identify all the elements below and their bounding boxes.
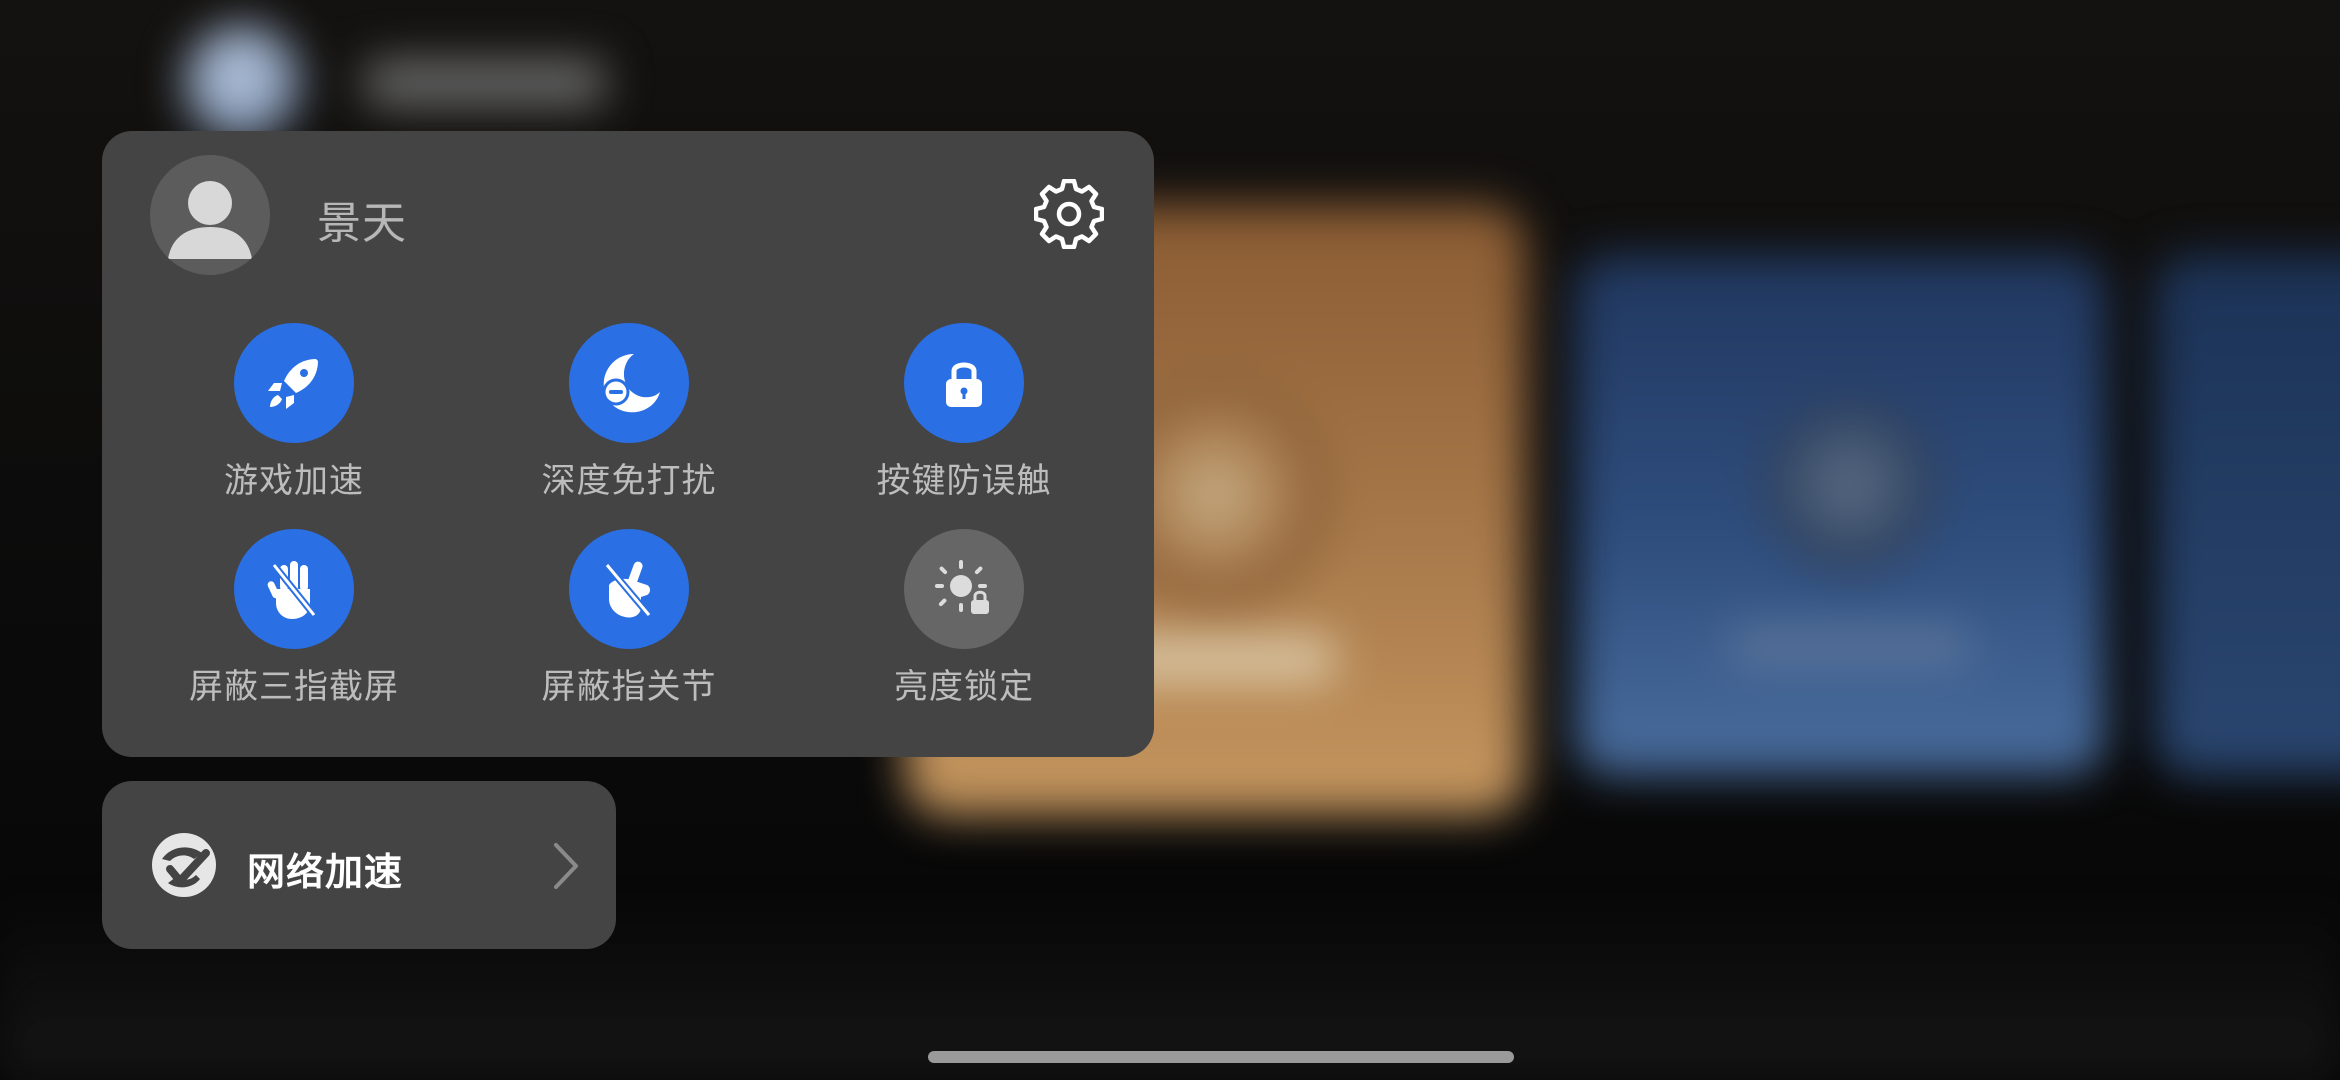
network-boost-label: 网络加速 bbox=[247, 850, 404, 894]
brightness-lock-toggle[interactable] bbox=[904, 529, 1024, 649]
tile-do-not-disturb[interactable]: 深度免打扰 bbox=[479, 323, 779, 513]
tile-button-lock[interactable]: 按键防误触 bbox=[814, 323, 1114, 513]
network-boost-button[interactable]: 网络加速 bbox=[102, 781, 616, 949]
do-not-disturb-toggle[interactable] bbox=[569, 323, 689, 443]
button-lock-toggle[interactable] bbox=[904, 323, 1024, 443]
network-boost-icon bbox=[152, 833, 216, 897]
tile-block-three-finger-screenshot[interactable]: 屏蔽三指截屏 bbox=[144, 529, 444, 719]
game-assistant-panel: 景天 游戏加速 深度免打扰 按键防误触 屏蔽三指截屏 屏蔽指关节 亮度锁定 bbox=[102, 131, 1154, 757]
user-icon bbox=[168, 181, 252, 259]
block-knuckle-toggle[interactable] bbox=[569, 529, 689, 649]
tile-block-knuckle[interactable]: 屏蔽指关节 bbox=[479, 529, 779, 719]
chevron-right-icon bbox=[554, 843, 578, 889]
background-game-card bbox=[1575, 255, 2105, 775]
tile-game-boost[interactable]: 游戏加速 bbox=[144, 323, 444, 513]
tile-brightness-lock[interactable]: 亮度锁定 bbox=[814, 529, 1114, 719]
sun-lock-icon bbox=[935, 560, 989, 614]
tile-label: 深度免打扰 bbox=[541, 461, 717, 501]
tile-label: 屏蔽指关节 bbox=[541, 667, 717, 707]
lock-icon bbox=[946, 362, 982, 407]
tile-label: 游戏加速 bbox=[224, 461, 364, 501]
gear-icon bbox=[1033, 178, 1105, 250]
block-three-finger-screenshot-toggle[interactable] bbox=[234, 529, 354, 649]
tile-label: 亮度锁定 bbox=[894, 667, 1034, 707]
knuckle-blocked-icon bbox=[604, 561, 652, 618]
background-username bbox=[365, 60, 605, 106]
settings-button[interactable] bbox=[1033, 178, 1105, 250]
tile-label: 屏蔽三指截屏 bbox=[189, 667, 399, 707]
background-avatar bbox=[185, 25, 300, 140]
three-finger-blocked-icon bbox=[267, 561, 317, 619]
background-game-card bbox=[2155, 255, 2340, 775]
game-assistant-screen: 景天 游戏加速 深度免打扰 按键防误触 屏蔽三指截屏 屏蔽指关节 亮度锁定 网络… bbox=[0, 0, 2340, 1080]
rocket-icon bbox=[268, 359, 318, 409]
profile-name[interactable]: 景天 bbox=[317, 187, 407, 251]
game-boost-toggle[interactable] bbox=[234, 323, 354, 443]
moon-minus-icon bbox=[602, 354, 660, 413]
avatar[interactable] bbox=[150, 155, 270, 275]
home-indicator[interactable] bbox=[928, 1051, 1514, 1063]
tile-label: 按键防误触 bbox=[876, 461, 1052, 501]
